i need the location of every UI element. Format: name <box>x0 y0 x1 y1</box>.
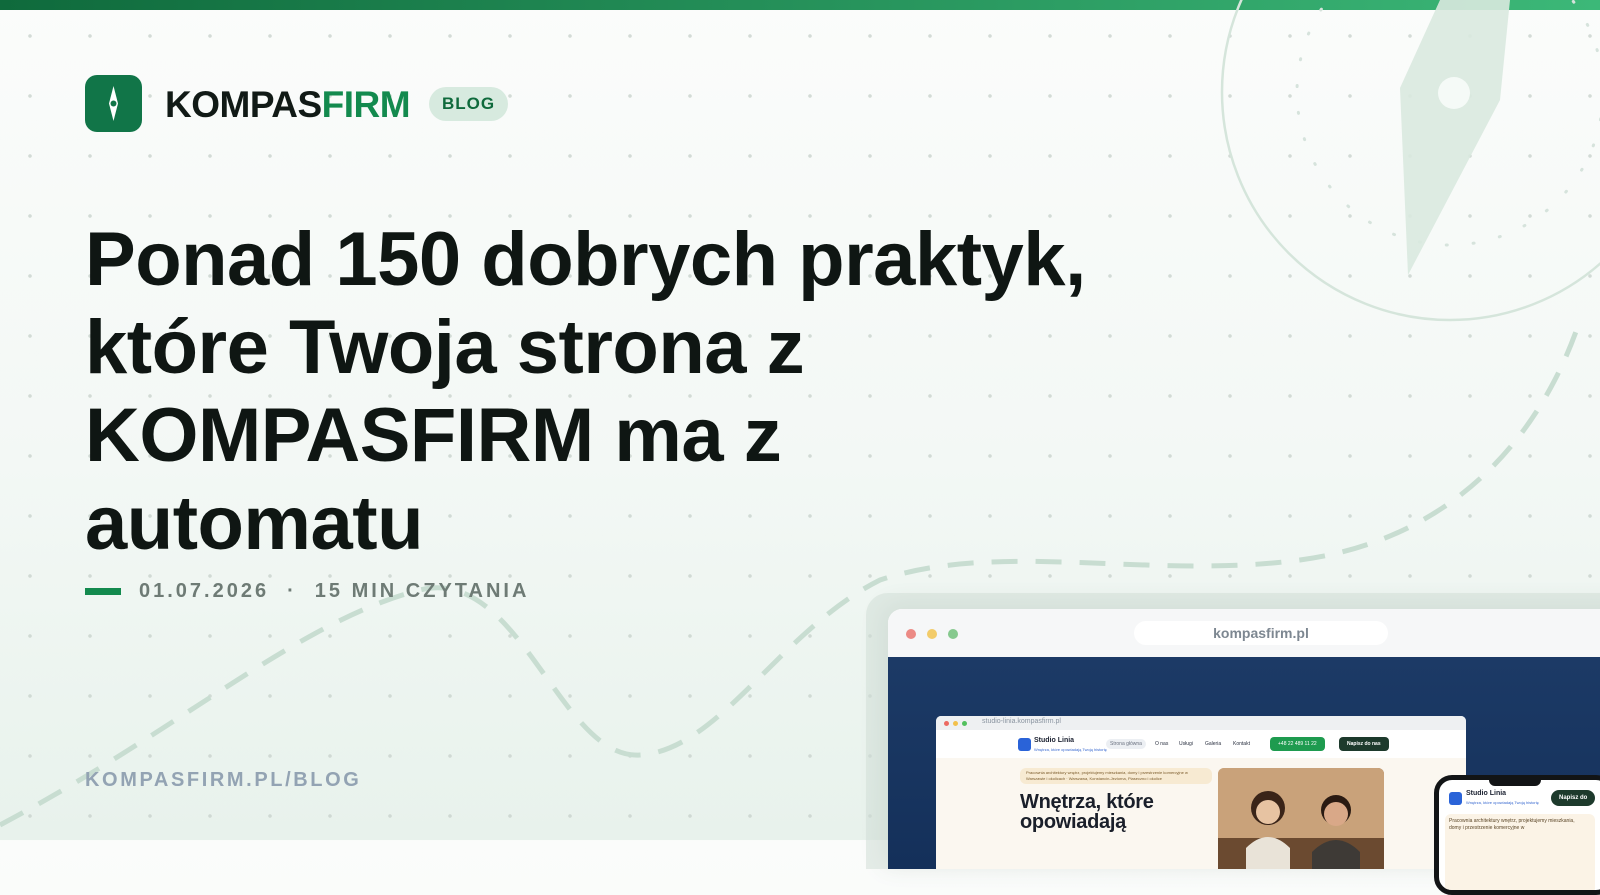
browser-address-bar: kompasfirm.pl <box>1134 621 1388 645</box>
inner-nav: Studio Linia Wnętrza, które opowiadają T… <box>936 730 1466 758</box>
article-title: Ponad 150 dobrych praktyk, które Twoja s… <box>85 217 1086 566</box>
phone-mockup: Studio Linia Wnętrza, które opowiadają T… <box>1434 775 1600 895</box>
article-date: 01.07.2026 <box>139 579 270 602</box>
blog-badge: BLOG <box>429 87 509 121</box>
maximize-dot-icon <box>948 629 958 639</box>
inner-toolbar: studio-linia.kompasfirm.pl <box>936 716 1466 730</box>
inner-phone-button: +48 22 489 11 22 <box>1270 737 1325 751</box>
inner-nav-gallery: Galeria <box>1205 741 1222 747</box>
article-meta: 01.07.2026 · 15 MIN CZYTANIA <box>85 578 529 604</box>
reading-time: 15 MIN CZYTANIA <box>314 579 530 602</box>
meta-accent-line <box>85 587 121 595</box>
compass-needle-icon <box>109 86 118 121</box>
phone-studio-logo-icon <box>1449 792 1462 805</box>
inner-site-window: studio-linia.kompasfirm.pl Studio Linia … <box>936 716 1466 869</box>
brand-name[interactable]: KOMPASFIRM <box>165 84 411 125</box>
browser-toolbar: kompasfirm.pl <box>888 609 1600 657</box>
inner-nav-contact: Kontakt <box>1233 741 1250 747</box>
minimize-dot-icon <box>927 629 937 639</box>
phone-studio-name: Studio Linia <box>1466 790 1507 797</box>
inner-nav-home: Strona główna <box>1106 739 1146 749</box>
people-photo-illustration <box>1218 768 1384 869</box>
inner-cta-button: Napisz do nas <box>1339 737 1389 751</box>
close-dot-icon <box>906 629 916 639</box>
meta-separator: · <box>287 579 297 602</box>
studio-logo-icon <box>1018 738 1031 751</box>
inner-minimize-dot-icon <box>953 721 958 726</box>
inner-hero-heading: Wnętrza, które opowiadają <box>1020 791 1154 833</box>
inner-nav-about: O nas <box>1155 741 1169 747</box>
phone-cta-button: Napisz do <box>1551 790 1596 806</box>
inner-close-dot-icon <box>944 721 949 726</box>
studio-tagline: Wnętrza, które opowiadają Twoją historię <box>1034 747 1107 752</box>
inner-hero-photo <box>1218 768 1384 869</box>
inner-hero: Pracownia architektury wnętrz, projektuj… <box>936 758 1466 869</box>
inner-nav-services: Usługi <box>1179 741 1193 747</box>
phone-notch <box>1489 780 1541 786</box>
studio-name: Studio Linia <box>1034 737 1075 744</box>
phone-hero-text: Pracownia architektury wnętrz, projektuj… <box>1449 818 1575 831</box>
footer-url[interactable]: KOMPASFIRM.PL/BLOG <box>85 769 361 792</box>
inner-maximize-dot-icon <box>962 721 967 726</box>
brand-logo[interactable] <box>85 75 142 132</box>
brand-name-accent: FIRM <box>321 84 411 125</box>
inner-hero-pill: Pracownia architektury wnętrz, projektuj… <box>1020 768 1212 784</box>
brand-name-primary: KOMPAS <box>165 84 322 125</box>
inner-url: studio-linia.kompasfirm.pl <box>982 718 1061 725</box>
phone-studio-tagline: Wnętrza, które opowiadają Twoją historię <box>1466 800 1539 805</box>
